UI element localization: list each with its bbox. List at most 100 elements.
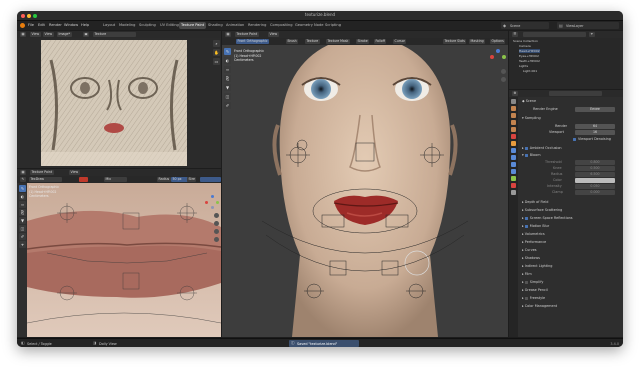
scene-tab-icon[interactable] bbox=[511, 127, 516, 132]
menu-view-2[interactable]: View bbox=[43, 32, 54, 37]
zoom-icon-2[interactable] bbox=[501, 69, 506, 74]
soften-tool-icon-3d[interactable]: ◐ bbox=[224, 57, 231, 64]
camera-icon[interactable]: ▭ bbox=[213, 58, 220, 65]
bloom-color-field[interactable] bbox=[575, 178, 615, 183]
menu-brush[interactable]: Brush bbox=[286, 39, 299, 44]
viewport-navigation-gizmo[interactable] bbox=[490, 49, 506, 65]
workspace-tab-uv-editing[interactable]: UV Editing bbox=[158, 22, 181, 29]
workspace-tab-texture-paint[interactable]: Texture Paint bbox=[179, 22, 207, 29]
constraints-tab-icon[interactable] bbox=[511, 169, 516, 174]
view-layer-tab-icon[interactable] bbox=[511, 120, 516, 125]
outliner-row-scene-collection[interactable]: Scene Collection bbox=[513, 39, 538, 43]
clone-tool-icon[interactable]: ⎘ bbox=[19, 209, 26, 216]
editor-type-button[interactable]: ▦ bbox=[20, 32, 27, 37]
properties-type-button[interactable]: ⚙ bbox=[512, 91, 518, 96]
viewport-menu-view[interactable]: View bbox=[268, 32, 279, 37]
section-shadows[interactable]: ▸ Shadows bbox=[522, 255, 540, 261]
render-tab-icon[interactable] bbox=[511, 106, 516, 111]
physics-tab-icon[interactable] bbox=[511, 162, 516, 167]
camera-view-button[interactable] bbox=[214, 229, 219, 234]
annotate-tool-icon-3d[interactable]: ✐ bbox=[224, 102, 231, 109]
bloom-intensity-field[interactable]: 0.050 bbox=[575, 184, 615, 189]
bloom-knee-field[interactable]: 0.500 bbox=[575, 166, 615, 171]
outliner-row-lights[interactable]: Lights bbox=[519, 64, 528, 68]
mask-tool-icon[interactable]: ◫ bbox=[19, 225, 26, 232]
workspace-tab-compositing[interactable]: Compositing bbox=[268, 22, 295, 29]
ambient-occlusion-section[interactable]: ▸ Ambient Occlusion bbox=[522, 145, 562, 151]
hand-icon-2[interactable] bbox=[501, 77, 506, 82]
zoom-icon[interactable]: ⌕ bbox=[213, 40, 220, 47]
menu-window[interactable]: Window bbox=[64, 23, 78, 27]
workspace-tab-geometry-nodes[interactable]: Geometry Node bbox=[293, 22, 325, 29]
filter-icon[interactable]: ⏷ bbox=[589, 32, 595, 37]
hand-icon[interactable]: ✋ bbox=[213, 49, 220, 56]
draw-tool-icon-3d[interactable]: ✎ bbox=[224, 48, 231, 55]
menu-falloff[interactable]: Falloff bbox=[374, 39, 387, 44]
menu-view-3[interactable]: View bbox=[69, 170, 80, 175]
section-curves[interactable]: ▸ Curves bbox=[522, 247, 537, 253]
section-simplify[interactable]: ▸ Simplify bbox=[522, 279, 543, 285]
particles-tab-icon[interactable] bbox=[511, 155, 516, 160]
output-tab-icon[interactable] bbox=[511, 113, 516, 118]
menu-view[interactable]: View bbox=[30, 32, 41, 37]
strength-field[interactable] bbox=[200, 177, 221, 182]
navigation-gizmo[interactable] bbox=[205, 195, 219, 209]
modifier-tab-icon[interactable] bbox=[511, 148, 516, 153]
sample-tool-icon[interactable]: ⌖ bbox=[19, 241, 26, 248]
bloom-radius-field[interactable]: 6.500 bbox=[575, 172, 615, 177]
scene-selector[interactable]: ◆ Scene bbox=[501, 22, 549, 29]
menu-texture[interactable]: Texture bbox=[305, 39, 320, 44]
outliner-row-camera[interactable]: Camera bbox=[519, 44, 531, 48]
clone-tool-icon-3d[interactable]: ⎘ bbox=[224, 75, 231, 82]
viewport-denoising-checkbox[interactable]: Viewport Denoising bbox=[573, 136, 611, 142]
blender-logo-icon[interactable] bbox=[20, 23, 25, 28]
menu-help[interactable]: Help bbox=[81, 23, 89, 27]
smear-tool-icon-3d[interactable]: ≈ bbox=[224, 66, 231, 73]
section-performance[interactable]: ▸ Performance bbox=[522, 239, 546, 245]
bloom-section[interactable]: ▾ Bloom bbox=[522, 152, 541, 158]
menu-stroke[interactable]: Stroke bbox=[356, 39, 370, 44]
bloom-threshold-field[interactable]: 0.800 bbox=[575, 160, 615, 165]
brush-name-field[interactable]: TexDraw bbox=[29, 177, 62, 182]
brush-icon[interactable]: ✎ bbox=[20, 177, 26, 182]
view-layer-selector[interactable]: ▤ ViewLayer bbox=[557, 22, 619, 29]
viewport-mode-selector[interactable]: Texture Paint bbox=[235, 32, 259, 37]
outliner-row-eyes[interactable]: Eyes+HP.002 bbox=[519, 54, 539, 58]
section-volumetrics[interactable]: ▸ Volumetrics bbox=[522, 231, 545, 237]
workspace-tab-scripting[interactable]: Scripting bbox=[323, 22, 343, 29]
workspace-tab-animation[interactable]: Animation bbox=[224, 22, 246, 29]
section-motion-blur[interactable]: ▸ Motion Blur bbox=[522, 223, 549, 229]
tool-tab-icon[interactable] bbox=[511, 99, 516, 104]
menu-edit[interactable]: Edit bbox=[38, 23, 45, 27]
draw-tool-icon[interactable]: ✎ bbox=[19, 185, 26, 192]
bloom-clamp-field[interactable]: 0.000 bbox=[575, 190, 615, 195]
workspace-tab-modeling[interactable]: Modeling bbox=[117, 22, 137, 29]
zoom-view-button[interactable] bbox=[214, 213, 219, 218]
section-freestyle[interactable]: ▸ Freestyle bbox=[522, 295, 545, 301]
orientation-field[interactable]: Front Orthographic bbox=[236, 39, 270, 44]
menu-texture-mask[interactable]: Texture Mask bbox=[326, 39, 350, 44]
section-ssr[interactable]: ▸ Screen Space Reflections bbox=[522, 215, 573, 221]
options-button[interactable]: Options bbox=[490, 39, 506, 44]
fill-tool-icon[interactable]: ▼ bbox=[19, 217, 26, 224]
world-tab-icon[interactable] bbox=[511, 134, 516, 139]
outliner-search-input[interactable] bbox=[523, 32, 586, 37]
section-film[interactable]: ▸ Film bbox=[522, 271, 532, 277]
image-browse-button[interactable]: ▣ bbox=[83, 32, 90, 37]
menu-file[interactable]: File bbox=[28, 23, 34, 27]
texture-tab-icon[interactable] bbox=[511, 190, 516, 195]
outliner-type-button[interactable]: ☰ bbox=[512, 32, 518, 37]
ortho-toggle-button[interactable] bbox=[214, 237, 219, 242]
pan-view-button[interactable] bbox=[214, 221, 219, 226]
editor-type-button-3[interactable]: ▦ bbox=[225, 32, 232, 37]
section-color-management[interactable]: ▸ Color Management bbox=[522, 303, 557, 309]
mask-tool-icon-3d[interactable]: ◫ bbox=[224, 93, 231, 100]
smear-tool-icon[interactable]: ≈ bbox=[19, 201, 26, 208]
render-samples-field[interactable]: 64 bbox=[575, 124, 615, 129]
menu-image[interactable]: Image* bbox=[57, 32, 72, 37]
image-name-field[interactable]: Texture bbox=[93, 32, 136, 37]
section-grease-pencil[interactable]: ▸ Grease Pencil bbox=[522, 287, 548, 293]
paint-canvas[interactable]: Front Orthographic (1) Head+HP.002 Centi… bbox=[27, 183, 221, 337]
soften-tool-icon[interactable]: ◐ bbox=[19, 193, 26, 200]
workspace-tab-rendering[interactable]: Rendering bbox=[246, 22, 268, 29]
